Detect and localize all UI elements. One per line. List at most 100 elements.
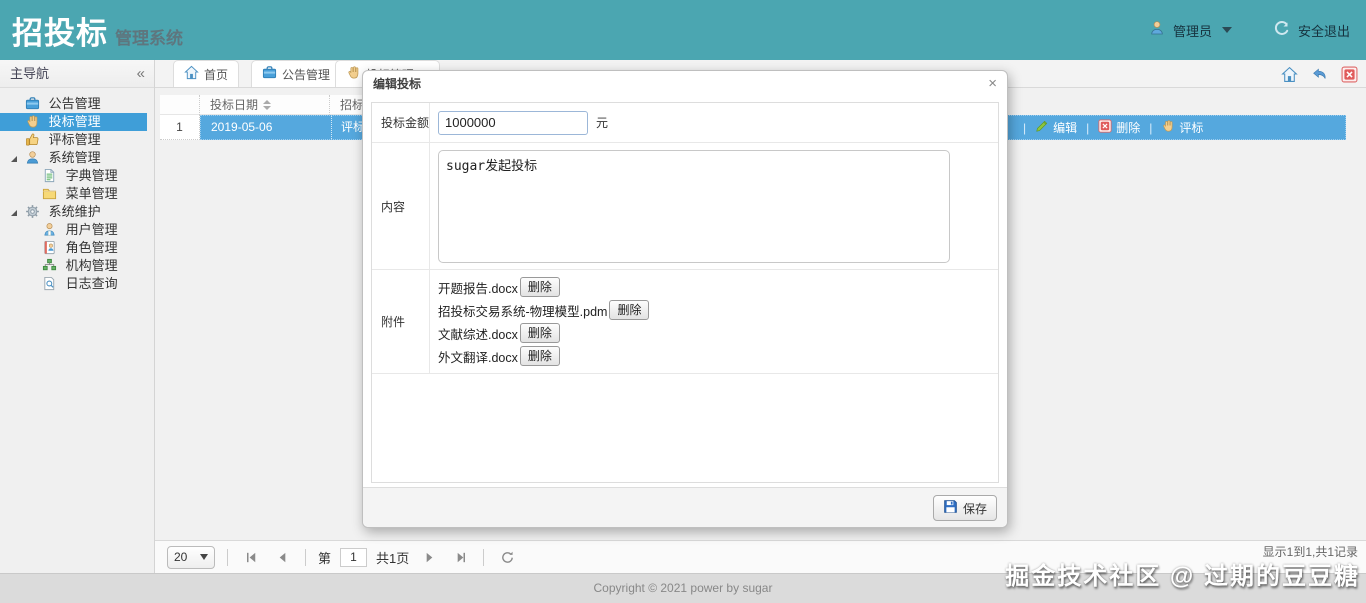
- sidebar-item-label: 评标管理: [48, 132, 101, 147]
- tab-home[interactable]: 首页: [173, 60, 240, 87]
- thumbs-up-icon: [25, 132, 40, 147]
- action-divider: |: [1023, 120, 1027, 135]
- pager-first-button[interactable]: [240, 546, 262, 568]
- row-action-delete[interactable]: 删除: [1098, 119, 1140, 136]
- attachment-filename: 开题报告.docx: [438, 281, 518, 296]
- attachment-delete-button[interactable]: 删除: [519, 346, 560, 366]
- sidebar-item-system-mgmt[interactable]: 系统管理: [0, 149, 147, 167]
- pager-divider: [483, 548, 485, 566]
- sidebar-collapse-icon[interactable]: «: [137, 60, 145, 88]
- sidebar-item-evaluation-mgmt[interactable]: 评标管理: [0, 131, 147, 149]
- attachment-filename: 文献综述.docx: [438, 327, 518, 342]
- action-divider: |: [1086, 120, 1090, 135]
- user-icon: [42, 222, 57, 237]
- attachment-item: 招投标交易系统-物理模型.pdm 删除: [438, 299, 650, 321]
- sidebar-item-system-maintenance[interactable]: 系统维护: [0, 203, 147, 221]
- tab-label: 首页: [204, 67, 229, 82]
- attachment-filename: 招投标交易系统-物理模型.pdm: [438, 304, 608, 319]
- role-icon: [42, 240, 57, 255]
- sort-icon[interactable]: [263, 100, 272, 110]
- sidebar-item-label: 菜单管理: [65, 186, 118, 201]
- home-icon[interactable]: [1281, 66, 1298, 88]
- attachment-delete-button[interactable]: 删除: [519, 323, 560, 343]
- content-label: 内容: [372, 143, 430, 269]
- dialog-footer: 保存: [363, 487, 1007, 527]
- log-search-icon: [42, 276, 57, 291]
- sidebar-item-label: 系统管理: [48, 150, 101, 165]
- sidebar-item-bid-mgmt[interactable]: 投标管理: [0, 113, 147, 131]
- attachment-filename: 外文翻译.docx: [438, 350, 518, 365]
- hand-icon: [25, 114, 40, 129]
- pager-info: 显示1到1,共1记录: [1262, 545, 1358, 559]
- grid-header-rownum: [160, 95, 200, 115]
- save-icon: [943, 499, 958, 517]
- attachment-item: 文献综述.docx 删除: [438, 322, 560, 344]
- sidebar-item-label: 角色管理: [65, 240, 118, 255]
- sidebar-item-label: 字典管理: [65, 168, 118, 183]
- briefcase-icon: [25, 96, 40, 111]
- sidebar-item-org-mgmt[interactable]: 机构管理: [0, 257, 147, 275]
- close-red-icon[interactable]: [1341, 66, 1358, 88]
- edit-bid-form: 投标金额 元 内容 sugar发起投标 附件 开题: [371, 102, 999, 483]
- attachment-delete-button[interactable]: 删除: [519, 277, 560, 297]
- page-size-select[interactable]: 20: [167, 545, 215, 569]
- sidebar-item-label: 投标管理: [48, 114, 101, 129]
- header-user-area: 管理员 安全退出: [1149, 0, 1350, 60]
- dialog-title: 编辑投标: [373, 77, 422, 91]
- page-footer: Copyright © 2021 power by sugar: [0, 573, 1366, 603]
- sidebar-item-dictionary-mgmt[interactable]: 字典管理: [0, 167, 147, 185]
- sidebar: 主导航 « 公告管理 投标管理 评标管理 系统管理 字典管理 菜单管理 系统维护…: [0, 60, 155, 573]
- row-actions: | 编辑 | 删除 | 评标: [1023, 116, 1203, 139]
- home-icon: [184, 65, 199, 83]
- app: 招投标 管理系统 管理员 安全退出 主导航 « 公告管理 投标管理 评标管理 系…: [0, 0, 1366, 603]
- edit-bid-dialog: 编辑投标 × 投标金额 元 内容 sugar发起投标: [362, 70, 1008, 528]
- refresh-icon[interactable]: [496, 546, 518, 568]
- row-action-evaluate[interactable]: 评标: [1161, 119, 1203, 136]
- row-action-edit[interactable]: 编辑: [1035, 119, 1077, 136]
- app-header: 招投标 管理系统 管理员 安全退出: [0, 0, 1366, 60]
- chevron-down-icon[interactable]: [1221, 27, 1232, 33]
- pager-next-button[interactable]: [418, 546, 440, 568]
- sidebar-item-label: 机构管理: [65, 258, 118, 273]
- hand-icon: [1161, 119, 1175, 136]
- action-label: 删除: [1116, 121, 1141, 135]
- amount-label: 投标金额: [372, 103, 430, 142]
- sidebar-header: 主导航 «: [0, 60, 154, 88]
- sidebar-item-log-query[interactable]: 日志查询: [0, 275, 147, 293]
- form-row-attachments: 附件 开题报告.docx 删除 招投标交易系统-物理模型.pdm 删除 文献综述…: [372, 270, 998, 374]
- dialog-close-icon[interactable]: ×: [988, 71, 997, 97]
- sidebar-item-user-mgmt[interactable]: 用户管理: [0, 221, 147, 239]
- org-icon: [42, 258, 57, 273]
- grid-header-bid-date[interactable]: 投标日期: [200, 95, 330, 115]
- attachment-item: 开题报告.docx 删除: [438, 276, 560, 298]
- page-number-input[interactable]: [340, 547, 368, 567]
- sidebar-item-role-mgmt[interactable]: 角色管理: [0, 239, 147, 257]
- bid-amount-input[interactable]: [438, 110, 588, 135]
- form-empty-area: [372, 374, 998, 482]
- people-icon: [25, 150, 40, 165]
- amount-unit-label: 元: [596, 116, 609, 130]
- attachment-delete-button[interactable]: 删除: [609, 300, 650, 320]
- back-icon[interactable]: [1311, 66, 1328, 88]
- gear-icon: [25, 204, 40, 219]
- pager-bar: 20 第 共1页 显示1到1,共1记录: [155, 540, 1366, 573]
- sidebar-item-label: 日志查询: [65, 276, 118, 291]
- copyright-text: Copyright © 2021 power by sugar: [593, 581, 773, 595]
- chevron-down-icon: [200, 554, 208, 560]
- app-subtitle: 管理系统: [115, 29, 183, 48]
- document-icon: [42, 168, 57, 183]
- app-title: 招投标: [12, 16, 108, 51]
- user-menu[interactable]: 管理员: [1173, 21, 1212, 40]
- action-label: 编辑: [1053, 121, 1078, 135]
- sidebar-item-menu-mgmt[interactable]: 菜单管理: [0, 185, 147, 203]
- logout-button[interactable]: 安全退出: [1298, 21, 1350, 40]
- content-textarea[interactable]: sugar发起投标: [438, 149, 950, 263]
- dialog-header[interactable]: 编辑投标 ×: [363, 71, 1007, 97]
- tree-expand-icon[interactable]: [11, 156, 17, 162]
- save-button[interactable]: 保存: [932, 495, 997, 521]
- tree-expand-icon[interactable]: [11, 210, 17, 216]
- pager-last-button[interactable]: [449, 546, 471, 568]
- pager-prev-button[interactable]: [271, 546, 293, 568]
- column-label: 投标日期: [210, 97, 259, 112]
- sidebar-item-announcement-mgmt[interactable]: 公告管理: [0, 95, 147, 113]
